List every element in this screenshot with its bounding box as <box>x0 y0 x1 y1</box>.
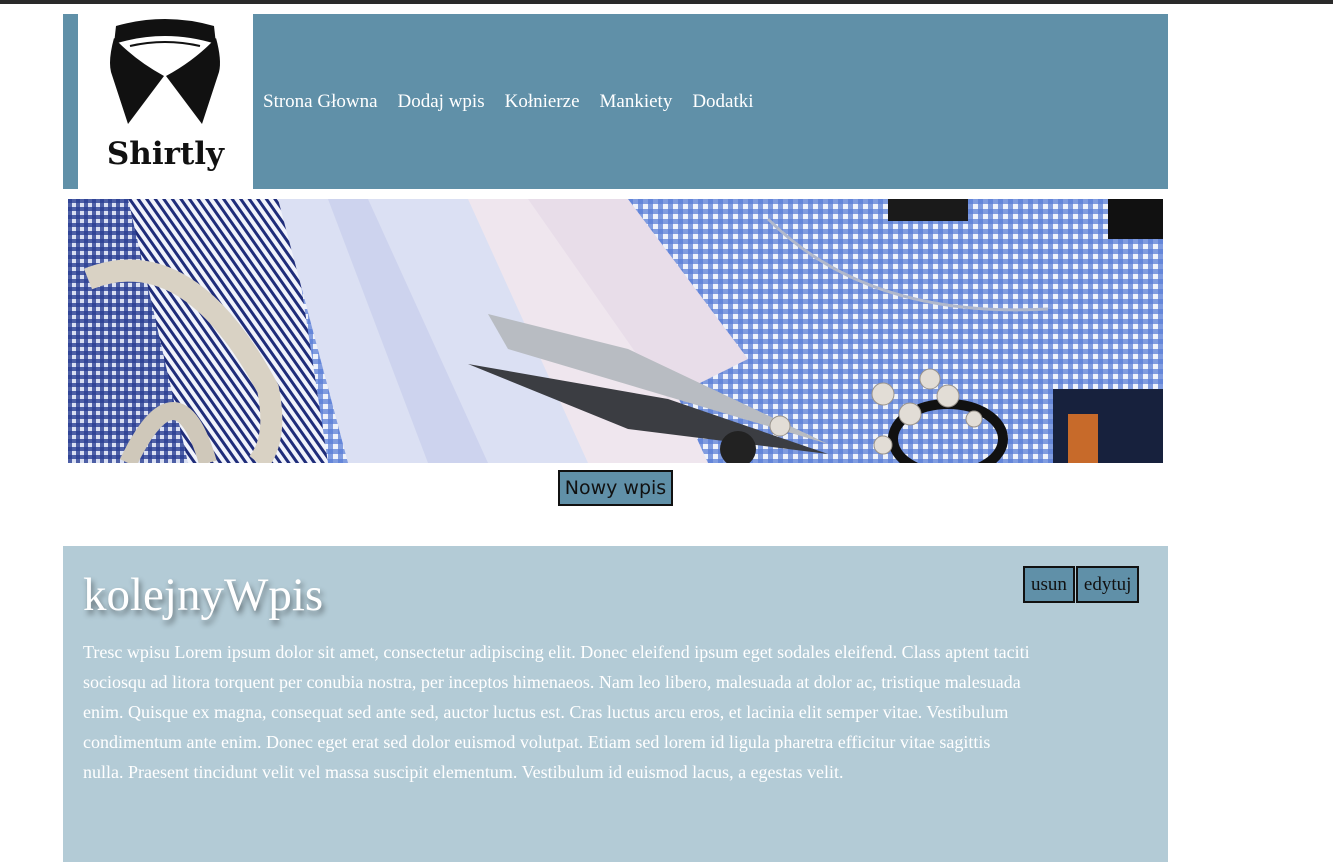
post-actions: usun edytuj <box>1023 566 1140 603</box>
post-body: Tresc wpisu Lorem ipsum dolor sit amet, … <box>83 642 1030 782</box>
nav-item-home[interactable]: Strona Głowna <box>263 91 378 113</box>
site-header: Shirtly Strona Głowna Dodaj wpis Kołnier… <box>63 14 1168 189</box>
window-top-strip <box>0 0 1333 4</box>
logo-wordmark: Shirtly <box>106 136 225 172</box>
delete-post-button[interactable]: usun <box>1023 566 1075 603</box>
post-card: kolejnyWpis usun edytuj Tresc wpisu Lore… <box>63 546 1168 862</box>
nav-item-collars[interactable]: Kołnierze <box>505 91 580 113</box>
logo[interactable]: Shirtly <box>78 14 253 189</box>
nav-item-cuffs[interactable]: Mankiety <box>600 91 673 113</box>
shirt-collar-icon <box>110 19 220 124</box>
edit-post-button[interactable]: edytuj <box>1075 566 1140 603</box>
nav-item-accessories[interactable]: Dodatki <box>692 91 753 113</box>
hero-banner-image <box>68 199 1163 463</box>
post-title: kolejnyWpis <box>83 569 324 621</box>
nav-item-add-post[interactable]: Dodaj wpis <box>398 91 485 113</box>
new-post-button[interactable]: Nowy wpis <box>558 470 673 506</box>
main-nav: Strona Głowna Dodaj wpis Kołnierze Manki… <box>263 91 774 113</box>
